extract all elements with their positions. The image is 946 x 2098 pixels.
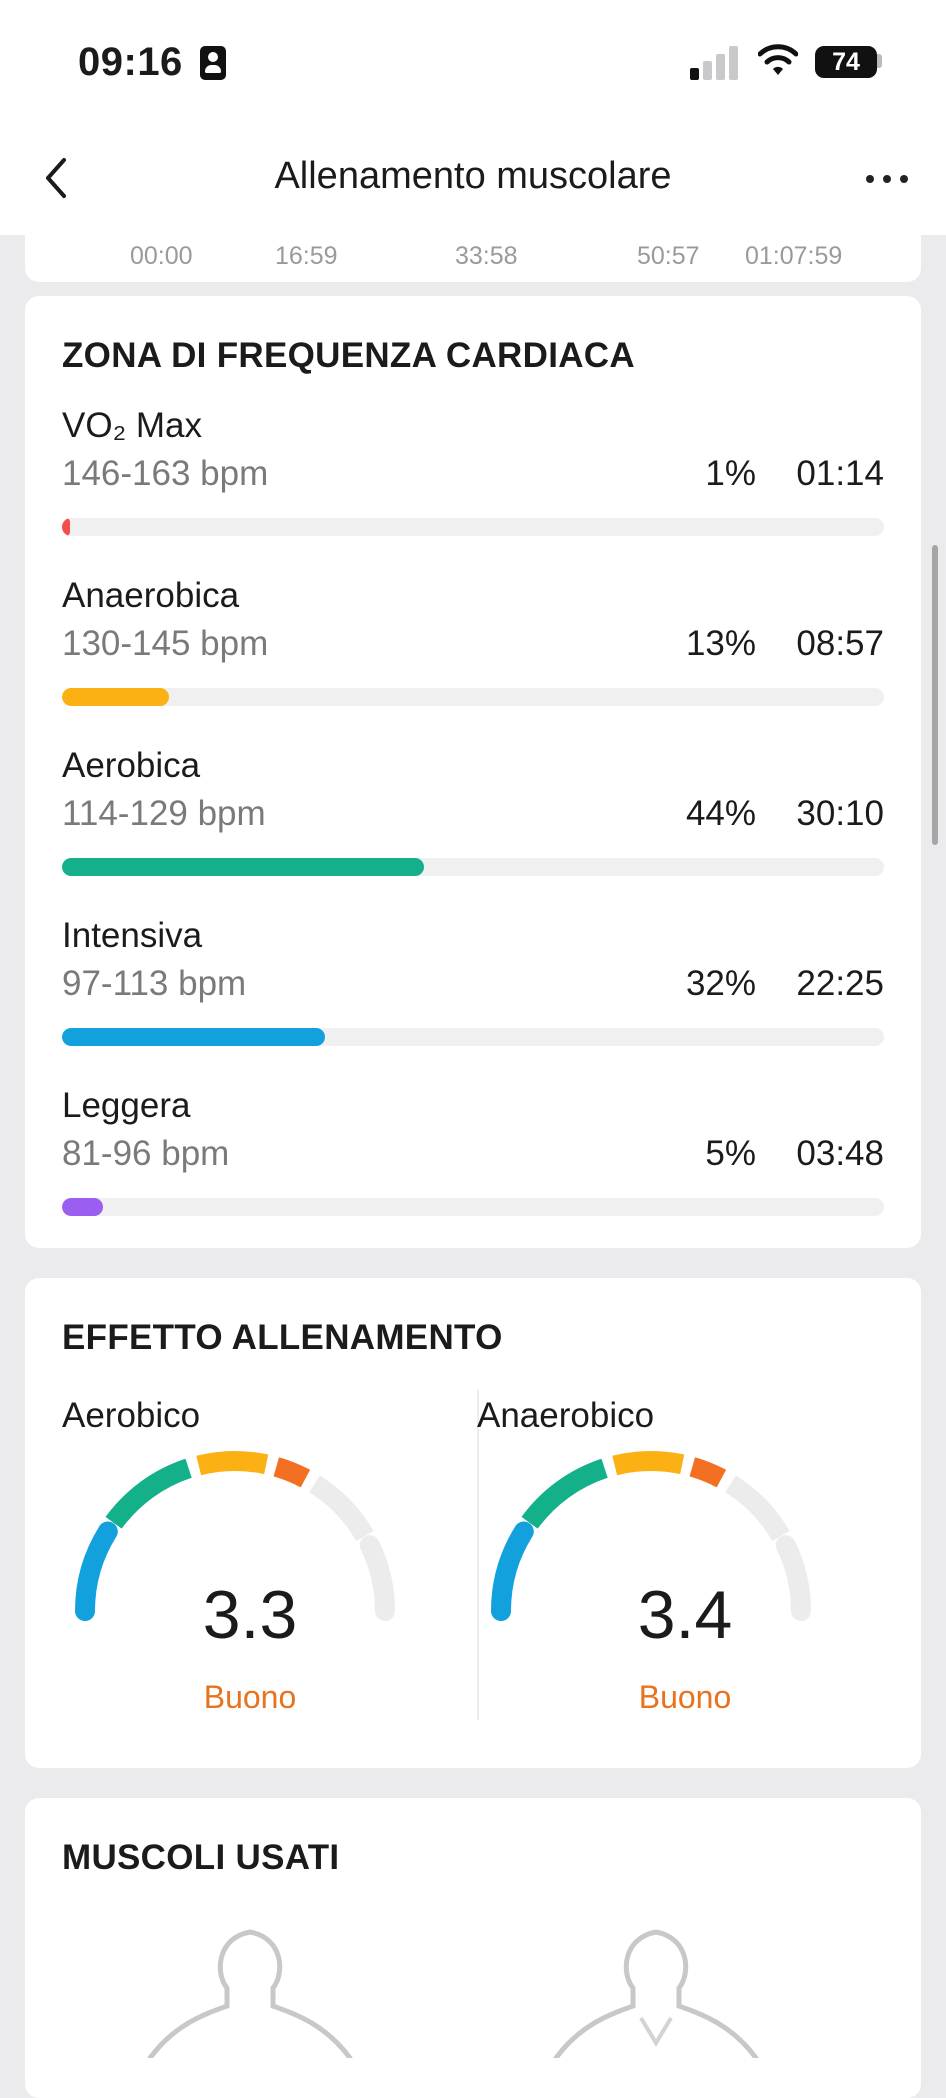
effect-value: 3.3 [202,1577,298,1653]
zone-duration: 08:57 [796,624,884,663]
battery-cap [877,54,882,68]
section-title: EFFETTO ALLENAMENTO [62,1318,503,1357]
zone-aerobica: Aerobica 114-129 bpm 44% 30:10 [62,746,884,896]
effect-label: Aerobico [62,1396,201,1435]
wifi-icon [758,44,798,75]
zone-progress-track [62,518,884,536]
zone-name: Anaerobica [62,576,240,615]
effect-label: Anaerobico [477,1396,655,1435]
contact-card-icon [200,46,226,80]
aerobic-effect: Aerobico 3.3 Buono [25,1396,465,1716]
timeline-tick: 33:58 [455,242,518,270]
effect-status: Buono [203,1679,297,1715]
body-front-icon [147,1929,353,2058]
zone-progress-track [62,1198,884,1216]
zone-range: 81-96 bpm [62,1134,230,1173]
zone-progress-fill [62,1028,326,1046]
zone-duration: 01:14 [796,454,884,493]
zone-intensiva: Intensiva 97-113 bpm 32% 22:25 [62,916,884,1066]
zone-percent: 1% [705,454,756,493]
signal-icon [690,44,740,80]
zone-progress-track [62,858,884,876]
zone-progress-fill [62,1198,104,1216]
navigation-bar: Allenamento muscolare [0,120,946,235]
zone-progress-fill [62,688,169,706]
zone-progress-fill [62,518,71,536]
heart-rate-zone-card: ZONA DI FREQUENZA CARDIACA VO₂ Max 146-1… [25,296,921,1248]
gauge-segment [689,1457,727,1488]
zone-anaerobica: Anaerobica 130-145 bpm 13% 08:57 [62,576,884,726]
anaerobic-effect: Anaerobico 3.4 Buono [477,1396,917,1716]
zone-name: Aerobica [62,746,201,785]
zone-range: 97-113 bpm [62,964,247,1003]
zone-duration: 22:25 [796,964,884,1003]
gauge-segment [521,1458,608,1529]
timeline-tick: 16:59 [275,242,338,270]
zone-percent: 32% [685,964,756,1003]
zone-duration: 03:48 [796,1134,884,1173]
training-effect-card: EFFETTO ALLENAMENTO Aerobico 3.3 Buono A… [25,1278,921,1768]
zone-name: Intensiva [62,916,203,955]
timeline-tick: 01:07:59 [745,242,843,270]
zone-duration: 30:10 [796,794,884,833]
zone-name: Leggera [62,1086,191,1125]
gauge-segment [725,1475,790,1542]
effect-status: Buono [638,1679,732,1715]
zone-leggera: Leggera 81-96 bpm 5% 03:48 [62,1086,884,1236]
zone-name: VO₂ Max [62,406,202,445]
timeline-tick: 50:57 [637,242,700,270]
gauge-segment [105,1458,192,1529]
zone-percent: 5% [705,1134,756,1173]
more-horizontal-icon[interactable] [862,162,912,192]
zone-range: 114-129 bpm [62,794,266,833]
zone-progress-fill [62,858,424,876]
status-time: 09:16 [78,40,183,84]
muscles-used-card: MUSCOLI USATI [25,1798,921,2098]
section-title: ZONA DI FREQUENZA CARDIACA [62,336,635,375]
effect-value: 3.4 [637,1577,733,1653]
status-bar: 09:16 74 [0,0,946,120]
timeline-tick: 00:00 [130,242,193,270]
gauge-segment [273,1457,311,1488]
battery-icon: 74 [815,46,877,78]
zone-progress-track [62,1028,884,1046]
gauge-segment [612,1451,685,1476]
zone-percent: 44% [685,794,756,833]
section-title: MUSCOLI USATI [62,1838,340,1877]
zone-progress-track [62,688,884,706]
battery-level: 74 [832,48,860,76]
body-back-icon [553,1929,759,2058]
scrollbar[interactable] [932,545,938,845]
zone-range: 146-163 bpm [62,454,269,493]
zone-range: 130-145 bpm [62,624,269,663]
gauge-segment [309,1475,374,1542]
gauge-segment [196,1451,269,1476]
zone-percent: 13% [685,624,756,663]
page-title: Allenamento muscolare [274,155,672,197]
zone-vo2max: VO₂ Max 146-163 bpm 1% 01:14 [62,406,884,556]
